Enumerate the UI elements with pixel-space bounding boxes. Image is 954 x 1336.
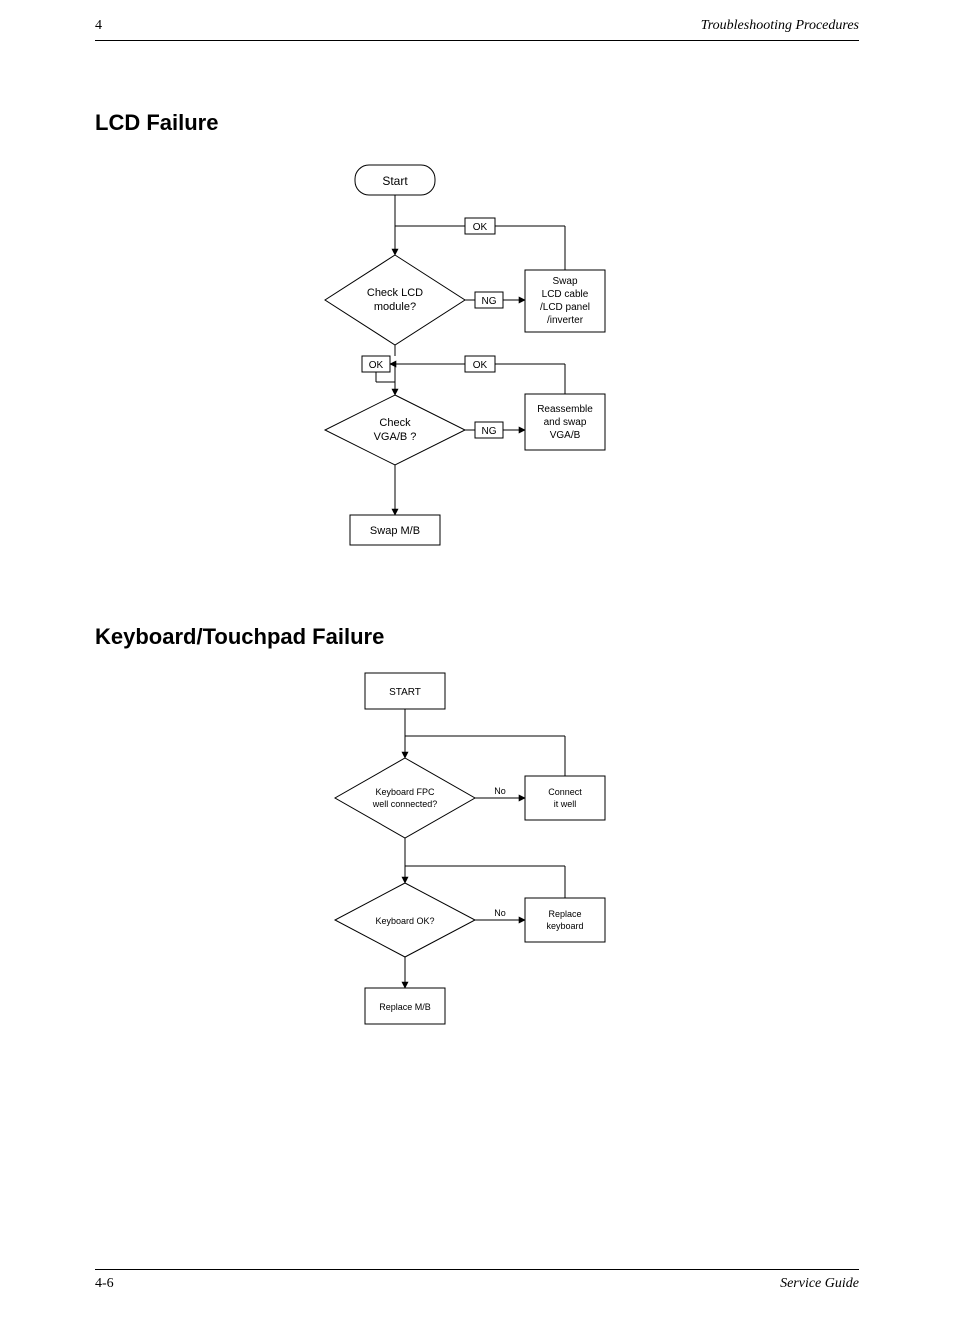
flow1-decision2-l1: Check [379,417,411,429]
flowchart-lcd-failure: Start OK Check LCD module? NG Swap LCD c [310,160,650,590]
flow2-proc2-l2: keyboard [546,921,583,931]
page: 4 Troubleshooting Procedures LCD Failure… [0,0,954,1336]
flow1-decision2-l2: VGA/B ? [374,431,417,443]
flow2-proc1-l1: Connect [548,787,582,797]
flow1-proc2-l3: VGA/B [550,430,581,441]
flow1-ok-mid-left: OK [369,360,384,371]
flow1-ng2: NG [482,426,497,437]
flow2-dec2-l1: Keyboard OK? [375,916,434,926]
header-title: Troubleshooting Procedures [701,18,859,34]
flow2-dec1-l2: well connected? [372,799,438,809]
flow1-ng1: NG [482,296,497,307]
flow1-proc1-l2: LCD cable [542,289,589,300]
section-title-lcd-failure: LCD Failure [95,110,218,136]
flow2-no2: No [494,908,506,918]
flow1-proc1-l4: /inverter [547,315,584,326]
footer-title: Service Guide [780,1276,859,1292]
flow1-decision1-l1: Check LCD [367,287,423,299]
flow1-end: Swap M/B [370,525,420,537]
flow2-dec1-l1: Keyboard FPC [375,787,435,797]
flow1-proc1-l3: /LCD panel [540,302,590,313]
footer-rule [95,1269,859,1270]
flow2-proc1-l2: it well [554,799,577,809]
flow2-start: START [389,687,421,698]
section-title-keyboard-failure: Keyboard/Touchpad Failure [95,624,384,650]
header-rule [95,40,859,41]
flow1-proc1-l1: Swap [552,276,577,287]
flow1-ok-mid-right: OK [473,360,488,371]
flow2-no1: No [494,786,506,796]
flow2-end: Replace M/B [379,1002,431,1012]
flow1-start: Start [382,174,408,188]
flow1-proc2-l1: Reassemble [537,404,593,415]
footer-page-number: 4-6 [95,1276,114,1292]
flow1-decision1-l2: module? [374,301,416,313]
flowchart-keyboard-failure: START Keyboard FPC well connected? No Co… [320,668,640,1038]
flow2-proc2-l1: Replace [548,909,581,919]
flow1-proc2-l2: and swap [544,417,587,428]
header-page-number: 4 [95,18,102,34]
flow1-ok-top: OK [473,222,488,233]
